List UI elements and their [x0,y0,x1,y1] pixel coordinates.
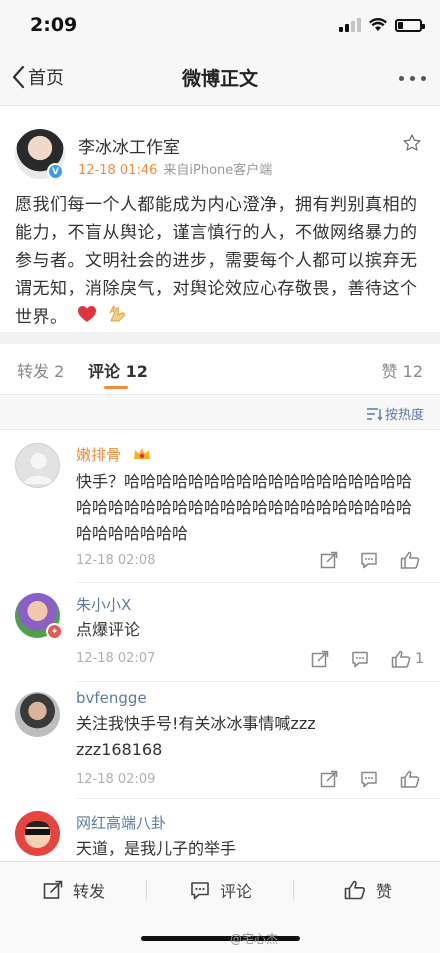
commenter-name-text: 嫩排骨 [76,446,122,464]
thumbs-up-icon [344,880,365,900]
thumbs-up-icon [400,551,420,569]
wifi-icon [369,18,387,32]
praying-hands-icon [107,303,129,332]
reply-icon [352,651,368,668]
post-meta: 12-18 01:46 来自iPhone客户端 [78,159,272,178]
tab-likes[interactable]: 赞 12 [382,358,423,382]
comment-share-button[interactable] [311,650,329,668]
heart-icon [77,304,97,332]
comment-share-button[interactable] [320,770,338,788]
comment-button[interactable]: 评论 [190,878,252,902]
commenter-avatar[interactable] [15,443,60,488]
commenter-name[interactable]: 网红高端八卦 [76,812,166,833]
tab-repost[interactable]: 转发 2 [17,358,64,382]
back-label: 首页 [28,68,64,89]
share-icon [43,880,63,899]
author-name[interactable]: 李冰冰工作室 [78,133,180,158]
comment-item: 网红高端八卦 天道，是我儿子的举手 [0,799,440,861]
member-badge-icon: ✦ [46,623,63,640]
watermark: @宅心杰 [230,932,279,946]
comment-like-button[interactable] [400,551,424,569]
comment-reply-button[interactable] [360,551,378,569]
share-icon [320,551,338,569]
verified-badge-icon: V [47,163,64,180]
repost-label: 转发 [73,882,106,901]
active-tab-indicator [104,386,128,389]
post-source: 来自iPhone客户端 [163,163,273,178]
comment-text: 快手？哈哈哈哈哈哈哈哈哈哈哈哈哈哈哈哈哈哈哈哈哈哈哈哈哈哈哈哈哈哈哈哈哈哈哈哈哈… [76,472,413,543]
post-time: 12-18 01:46 [78,163,158,178]
comment-reply-button[interactable] [360,770,378,788]
favorite-star-icon[interactable] [402,133,422,157]
commenter-name[interactable]: 嫩排骨 [76,444,152,466]
sort-by-heat-button[interactable]: 按热度 [366,404,424,423]
reply-icon [361,771,377,788]
status-icons [339,18,425,32]
status-bar: 2:09 [0,0,440,50]
like-label: 赞 [376,882,393,901]
like-button[interactable]: 赞 [344,878,392,902]
comment-label: 评论 [220,882,253,901]
sort-icon [366,407,382,421]
comment-like-button[interactable] [400,770,424,788]
comment-item: bvfengge 关注我快手号!有关冰冰事情喊zzzzzz168168 12-1… [0,682,440,799]
commenter-avatar[interactable] [15,692,60,737]
comment-share-button[interactable] [320,551,338,569]
comment-actions [320,551,424,569]
commenter-name[interactable]: bvfengge [76,689,147,707]
section-separator [0,332,440,344]
reply-icon [361,552,377,569]
back-button[interactable]: 首页 [12,64,64,90]
repost-button[interactable]: 转发 [43,878,105,902]
vip-crown-icon [132,446,152,466]
interaction-tabs: 转发 2 评论 12 赞 12 [0,344,440,394]
comment-text: 关注我快手号!有关冰冰事情喊zzzzzz168168 [76,714,316,759]
status-time: 2:09 [30,14,78,36]
share-icon [320,770,338,788]
more-options-icon[interactable] [399,76,426,81]
post-text: 愿我们每一个人都能成为内心澄净，拥有判别真相的能力，不盲从舆论，谨言慎行的人，不… [15,195,418,328]
comment-text: 天道，是我儿子的举手 [76,839,237,858]
comment-item: ✦ 朱小小X 点爆评论 12-18 02:07 1 [0,583,440,682]
comment-time: 12-18 02:07 [76,651,156,666]
divider [293,880,294,900]
comment-like-count: 1 [415,651,424,667]
sort-bar: 按热度 [0,394,440,430]
comment-time: 12-18 02:09 [76,772,156,787]
commenter-name[interactable]: 朱小小X [76,594,131,615]
weibo-post: V 李冰冰工作室 12-18 01:46 来自iPhone客户端 愿我们每一个人都… [0,107,440,332]
comment-actions: 1 [311,650,424,668]
comment-reply-button[interactable] [351,650,369,668]
comment-like-button[interactable]: 1 [391,650,424,668]
divider [146,880,147,900]
nav-bar: 首页 微博正文 [0,50,440,106]
share-icon [311,650,329,668]
comment-icon [191,882,209,900]
post-body: 愿我们每一个人都能成为内心澄净，拥有判别真相的能力，不盲从舆论，谨言慎行的人，不… [15,191,427,332]
chevron-left-icon [12,65,25,89]
sort-label: 按热度 [384,408,424,423]
page-title: 微博正文 [181,68,258,90]
comment-text: 点爆评论 [76,620,141,639]
signal-icon [339,18,361,32]
tab-comments[interactable]: 评论 12 [88,358,148,382]
comment-actions [320,770,424,788]
comment-time: 12-18 02:08 [76,553,156,568]
comment-item: 嫩排骨 快手？哈哈哈哈哈哈哈哈哈哈哈哈哈哈哈哈哈哈哈哈哈哈哈哈哈哈哈哈哈哈哈哈哈… [0,431,440,583]
thumbs-up-icon [391,650,411,668]
thumbs-up-icon [400,770,420,788]
commenter-avatar[interactable] [15,811,60,856]
battery-icon [395,18,425,32]
